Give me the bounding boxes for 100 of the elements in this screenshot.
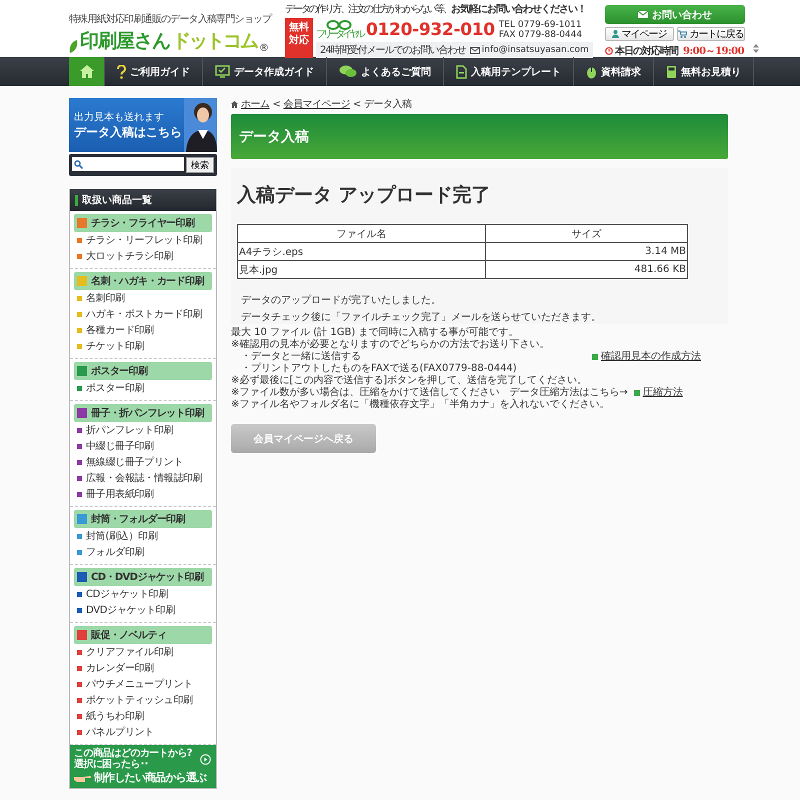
home-tab[interactable] bbox=[69, 57, 105, 86]
sidebar-item[interactable]: 大ロットチラシ印刷 bbox=[74, 248, 212, 264]
bullet-icon bbox=[634, 390, 640, 396]
sidebar-item[interactable]: ポケットティッシュ印刷 bbox=[74, 692, 212, 708]
sidebar-item[interactable]: フォルダ印刷 bbox=[74, 544, 212, 560]
breadcrumb-link[interactable]: 会員マイページ bbox=[283, 97, 350, 111]
heading: 入稿データ アップロード完了 bbox=[237, 183, 492, 208]
free-badge: 無料対応 bbox=[285, 18, 313, 58]
note-link[interactable]: 確認用見本の作成方法 bbox=[592, 351, 701, 363]
freedial-label: フリーダイヤル bbox=[316, 30, 362, 40]
banner-title: データ入稿はこちら bbox=[74, 124, 183, 140]
logo-text[interactable]: 印刷屋さん bbox=[80, 28, 170, 54]
breadcrumb-separator: < bbox=[352, 98, 361, 110]
search-field[interactable] bbox=[72, 157, 184, 171]
message-text: データのアップロードが完了いたしました。 bbox=[241, 294, 442, 307]
nav-tab[interactable]: 入稿用テンプレート bbox=[444, 57, 574, 86]
mouse-icon bbox=[586, 64, 597, 78]
nav-tab[interactable]: よくあるご質問 bbox=[327, 57, 444, 86]
speech-bubbles-icon bbox=[339, 65, 357, 78]
table-cell: 481.66 KB bbox=[486, 260, 688, 278]
mypage-button[interactable]: マイページ bbox=[605, 27, 674, 41]
monitor-icon bbox=[215, 65, 230, 78]
sidebar-item[interactable]: チケット印刷 bbox=[74, 338, 212, 354]
phone-number: 0120-932-010 bbox=[366, 20, 495, 40]
tel-number: TEL 0779-69-1011 bbox=[498, 20, 582, 30]
column-header: サイズ bbox=[486, 224, 688, 242]
note-link[interactable]: 圧縮方法 bbox=[634, 387, 683, 399]
sidebar-item[interactable]: チラシ・リーフレット印刷 bbox=[74, 232, 212, 248]
table-cell: 見本.jpg bbox=[238, 260, 486, 278]
nav-tab[interactable]: ご利用ガイド bbox=[105, 57, 203, 86]
leaf-icon bbox=[69, 40, 78, 54]
sidebar-item[interactable]: 各種カード印刷 bbox=[74, 322, 212, 338]
sidebar-item[interactable]: 紙うちわ印刷 bbox=[74, 708, 212, 724]
registered-mark: ® bbox=[259, 43, 269, 54]
sidebar-item[interactable]: CDジャケット印刷 bbox=[74, 586, 212, 602]
category-header[interactable]: チラシ・フライヤー印刷 bbox=[74, 214, 212, 232]
sidebar-item[interactable]: 名刺印刷 bbox=[74, 290, 212, 306]
spinner-arrows-icon[interactable] bbox=[753, 44, 759, 53]
breadcrumb-separator: < bbox=[272, 98, 280, 110]
home-icon bbox=[80, 65, 94, 78]
note-text: ・プリントアウトしたものをFAXで送る(FAX0779-88-0444) bbox=[240, 363, 517, 374]
cart-button[interactable]: カートに戻る bbox=[676, 27, 745, 41]
sidebar-item[interactable]: 折パンフレット印刷 bbox=[74, 422, 212, 438]
sidebar-item[interactable]: パウチメニュープリント bbox=[74, 676, 212, 692]
envelope-icon bbox=[638, 11, 648, 18]
breadcrumb-link[interactable]: ホーム bbox=[241, 97, 270, 111]
message-text: データチェック後に「ファイルチェック完了」メールを送らせていただきます。 bbox=[241, 310, 602, 324]
person-icon bbox=[612, 30, 620, 38]
column-header: ファイル名 bbox=[238, 224, 486, 242]
search-icon bbox=[74, 160, 83, 168]
note-text: ※確認用の見本が必要となりますのでどちらかの方法でお送り下さい。 bbox=[231, 339, 550, 351]
play-icon bbox=[200, 754, 211, 765]
helper-banner[interactable]: この商品はどのカートから? 選択に困ったら･･ 制作したい商品から選ぶ bbox=[70, 745, 216, 788]
home-icon bbox=[231, 100, 238, 108]
contact-lead: データの作り方、注文の仕方がわからない等、 bbox=[285, 4, 451, 16]
sidebar-item[interactable]: 中綴じ冊子印刷 bbox=[74, 438, 212, 454]
document-icon bbox=[456, 64, 467, 78]
question-icon bbox=[117, 64, 126, 78]
category-header[interactable]: 冊子・折パンフレット印刷 bbox=[74, 404, 212, 422]
page-title: データ入稿 bbox=[231, 114, 728, 159]
hours-value: 9:00～19:00 bbox=[683, 45, 744, 58]
email-link[interactable]: info@insatsuyasan.com bbox=[470, 45, 589, 55]
sidebar-item[interactable]: ハガキ・ポストカード印刷 bbox=[74, 306, 212, 322]
category-header[interactable]: ポスター印刷 bbox=[74, 362, 212, 380]
nav-tab[interactable]: 資料請求 bbox=[574, 57, 654, 86]
bullet-icon bbox=[592, 354, 598, 360]
envelope-icon bbox=[470, 46, 480, 54]
nav-tab[interactable]: 無料お見積り bbox=[654, 57, 754, 86]
fax-number: FAX 0779-88-0444 bbox=[498, 30, 582, 40]
sidebar-item[interactable]: クリアファイル印刷 bbox=[74, 644, 212, 660]
tagline: 特殊用紙対応印刷通販のデータ入稿専門ショップ bbox=[69, 12, 274, 26]
hours-label: 本日の対応時間 bbox=[615, 44, 678, 58]
category-header[interactable]: 封筒・フォルダー印刷 bbox=[74, 510, 212, 528]
nav-tab[interactable]: データ作成ガイド bbox=[203, 57, 327, 86]
sidebar-item[interactable]: 冊子用表紙印刷 bbox=[74, 486, 212, 502]
note-text: ・データと一緒に送信する bbox=[240, 351, 361, 362]
mail-note: 24時間受付メールでのお問い合わせ bbox=[320, 44, 466, 57]
sidebar-title: 取扱い商品一覧 bbox=[82, 193, 152, 207]
sidebar-item[interactable]: カレンダー印刷 bbox=[74, 660, 212, 676]
breadcrumb-current: データ入稿 bbox=[364, 98, 412, 111]
note-text: 最大 10 ファイル (計 1GB) まで同時に入稿する事が可能です。 bbox=[231, 327, 518, 338]
helper-text: この商品はどのカートから? 選択に困ったら･･ bbox=[74, 748, 192, 770]
category-header[interactable]: 名刺・ハガキ・カード印刷 bbox=[74, 272, 212, 290]
search-button[interactable]: 検索 bbox=[186, 157, 214, 173]
calculator-icon bbox=[666, 64, 677, 78]
note-text: ※必ず最後に[この内容で送信する]ボタンを押して、送信を完了してください。 bbox=[231, 375, 588, 386]
table-cell: 3.14 MB bbox=[486, 242, 688, 260]
sidebar-item[interactable]: パネルプリント bbox=[74, 724, 212, 740]
sidebar-item[interactable]: DVDジャケット印刷 bbox=[74, 602, 212, 618]
note-text: ※ファイル数が多い場合は、圧縮をかけて送信してください データ圧縮方法はこちら→ bbox=[231, 387, 628, 398]
note-text: ※ファイル名やフォルダ名に「機種依存文字」「半角カナ」を入れないでください。 bbox=[231, 399, 610, 411]
category-header[interactable]: CD・DVDジャケット印刷 bbox=[74, 568, 212, 586]
sidebar-item[interactable]: 広報・会報誌・情報誌印刷 bbox=[74, 470, 212, 486]
category-header[interactable]: 販促・ノベルティ bbox=[74, 626, 212, 644]
freedial-icon bbox=[326, 20, 352, 30]
sidebar-item[interactable]: 封筒(刷込）印刷 bbox=[74, 528, 212, 544]
helper-link[interactable]: 制作したい商品から選ぶ bbox=[74, 770, 212, 785]
sidebar-item[interactable]: 無線綴じ冊子プリント bbox=[74, 454, 212, 470]
upload-banner[interactable]: 出力見本も送れます データ入稿はこちら bbox=[69, 98, 217, 152]
sidebar-item[interactable]: ポスター印刷 bbox=[74, 380, 212, 396]
